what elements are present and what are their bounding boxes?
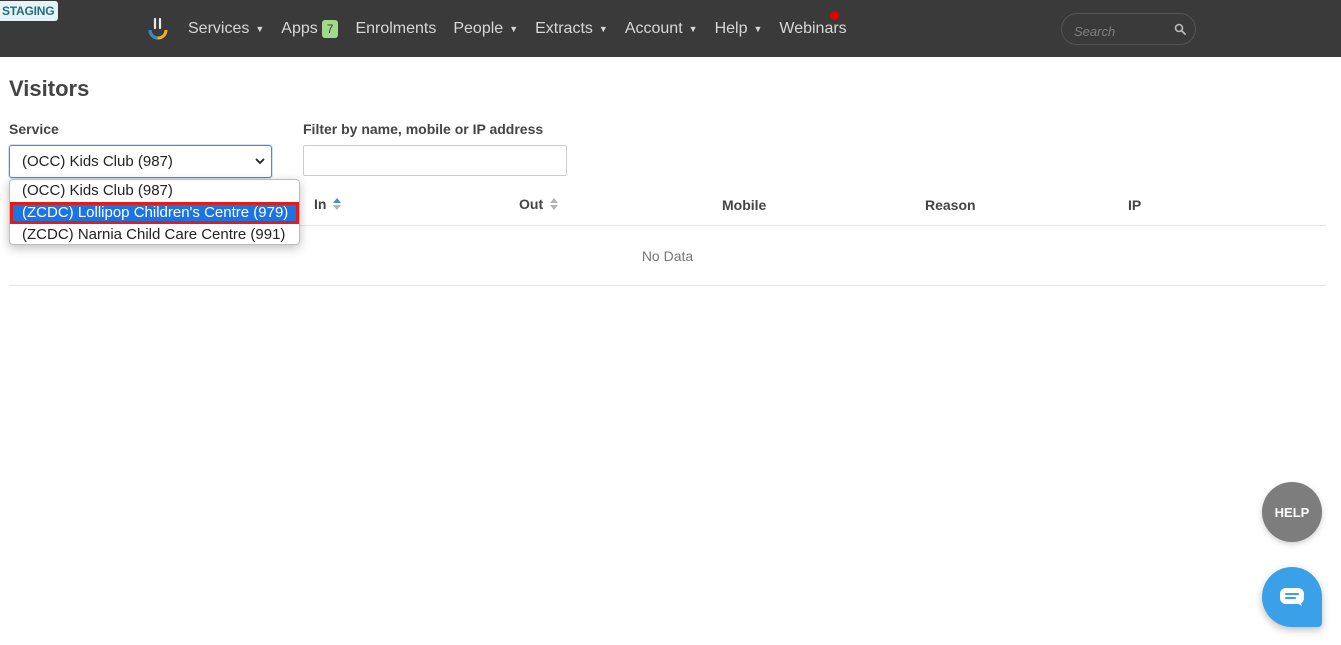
nav-extracts[interactable]: Extracts ▼ bbox=[535, 20, 608, 38]
top-navbar: STAGING Services ▼ Apps 7 Enrolments Peo… bbox=[0, 0, 1341, 57]
chat-button[interactable] bbox=[1262, 567, 1322, 627]
column-in[interactable]: In bbox=[314, 196, 342, 212]
apps-count-badge: 7 bbox=[321, 19, 339, 38]
nav-label: Webinars bbox=[779, 19, 847, 37]
search-icon[interactable] bbox=[1174, 23, 1186, 35]
global-search[interactable] bbox=[1061, 13, 1196, 45]
dropdown-option[interactable]: (ZCDC) Narnia Child Care Centre (991) bbox=[10, 224, 299, 244]
nav-people[interactable]: People ▼ bbox=[453, 20, 518, 38]
nav-apps[interactable]: Apps 7 bbox=[281, 19, 339, 38]
help-button-label: HELP bbox=[1274, 504, 1310, 520]
dropdown-option[interactable]: (OCC) Kids Club (987) bbox=[10, 180, 299, 202]
column-label: IP bbox=[1128, 197, 1142, 213]
nav-services[interactable]: Services ▼ bbox=[188, 20, 264, 38]
service-dropdown-list: (OCC) Kids Club (987) (ZCDC) Lollipop Ch… bbox=[9, 179, 300, 245]
dropdown-option-highlighted[interactable]: (ZCDC) Lollipop Children's Centre (979) bbox=[10, 202, 299, 224]
help-button[interactable]: HELP bbox=[1262, 482, 1322, 542]
caret-down-icon: ▼ bbox=[509, 23, 519, 34]
staging-badge: STAGING bbox=[0, 1, 59, 21]
nav-label: Apps bbox=[281, 19, 318, 37]
page-title: Visitors bbox=[9, 76, 90, 101]
app-logo-icon[interactable] bbox=[146, 16, 170, 40]
column-reason: Reason bbox=[925, 197, 976, 213]
nav-enrolments[interactable]: Enrolments bbox=[355, 20, 436, 38]
sort-icon[interactable] bbox=[550, 198, 559, 210]
column-label: Out bbox=[519, 196, 544, 212]
caret-down-icon: ▼ bbox=[255, 23, 265, 34]
filter-label: Filter by name, mobile or IP address bbox=[303, 121, 544, 137]
nav-label: Extracts bbox=[535, 19, 593, 37]
nav-label: Account bbox=[624, 19, 683, 37]
column-out[interactable]: Out bbox=[519, 196, 559, 212]
caret-down-icon: ▼ bbox=[598, 23, 608, 34]
nav-account[interactable]: Account ▼ bbox=[625, 20, 698, 38]
nav-label: Services bbox=[188, 19, 250, 37]
chevron-down-icon bbox=[255, 158, 265, 165]
column-label: Mobile bbox=[722, 197, 767, 213]
filter-input[interactable] bbox=[303, 145, 567, 176]
nav-webinars[interactable]: Webinars bbox=[779, 20, 846, 38]
column-label: Reason bbox=[925, 197, 976, 213]
column-mobile: Mobile bbox=[722, 197, 766, 213]
chat-bubble-icon bbox=[1280, 588, 1304, 606]
service-label: Service bbox=[9, 121, 59, 137]
service-select-value: (OCC) Kids Club (987) bbox=[22, 153, 173, 170]
service-select[interactable]: (OCC) Kids Club (987) bbox=[9, 145, 272, 178]
column-ip: IP bbox=[1128, 197, 1141, 213]
main-nav: Services ▼ Apps 7 Enrolments People ▼ Ex… bbox=[188, 0, 864, 57]
nav-label: People bbox=[453, 19, 504, 37]
notification-dot bbox=[830, 11, 839, 20]
nav-label: Enrolments bbox=[355, 19, 437, 37]
caret-down-icon: ▼ bbox=[688, 23, 698, 34]
sort-icon[interactable] bbox=[333, 198, 342, 210]
search-input[interactable] bbox=[1072, 20, 1171, 42]
column-label: In bbox=[314, 196, 327, 212]
nav-label: Help bbox=[714, 19, 748, 37]
caret-down-icon: ▼ bbox=[753, 23, 763, 34]
nav-help[interactable]: Help ▼ bbox=[715, 20, 763, 38]
